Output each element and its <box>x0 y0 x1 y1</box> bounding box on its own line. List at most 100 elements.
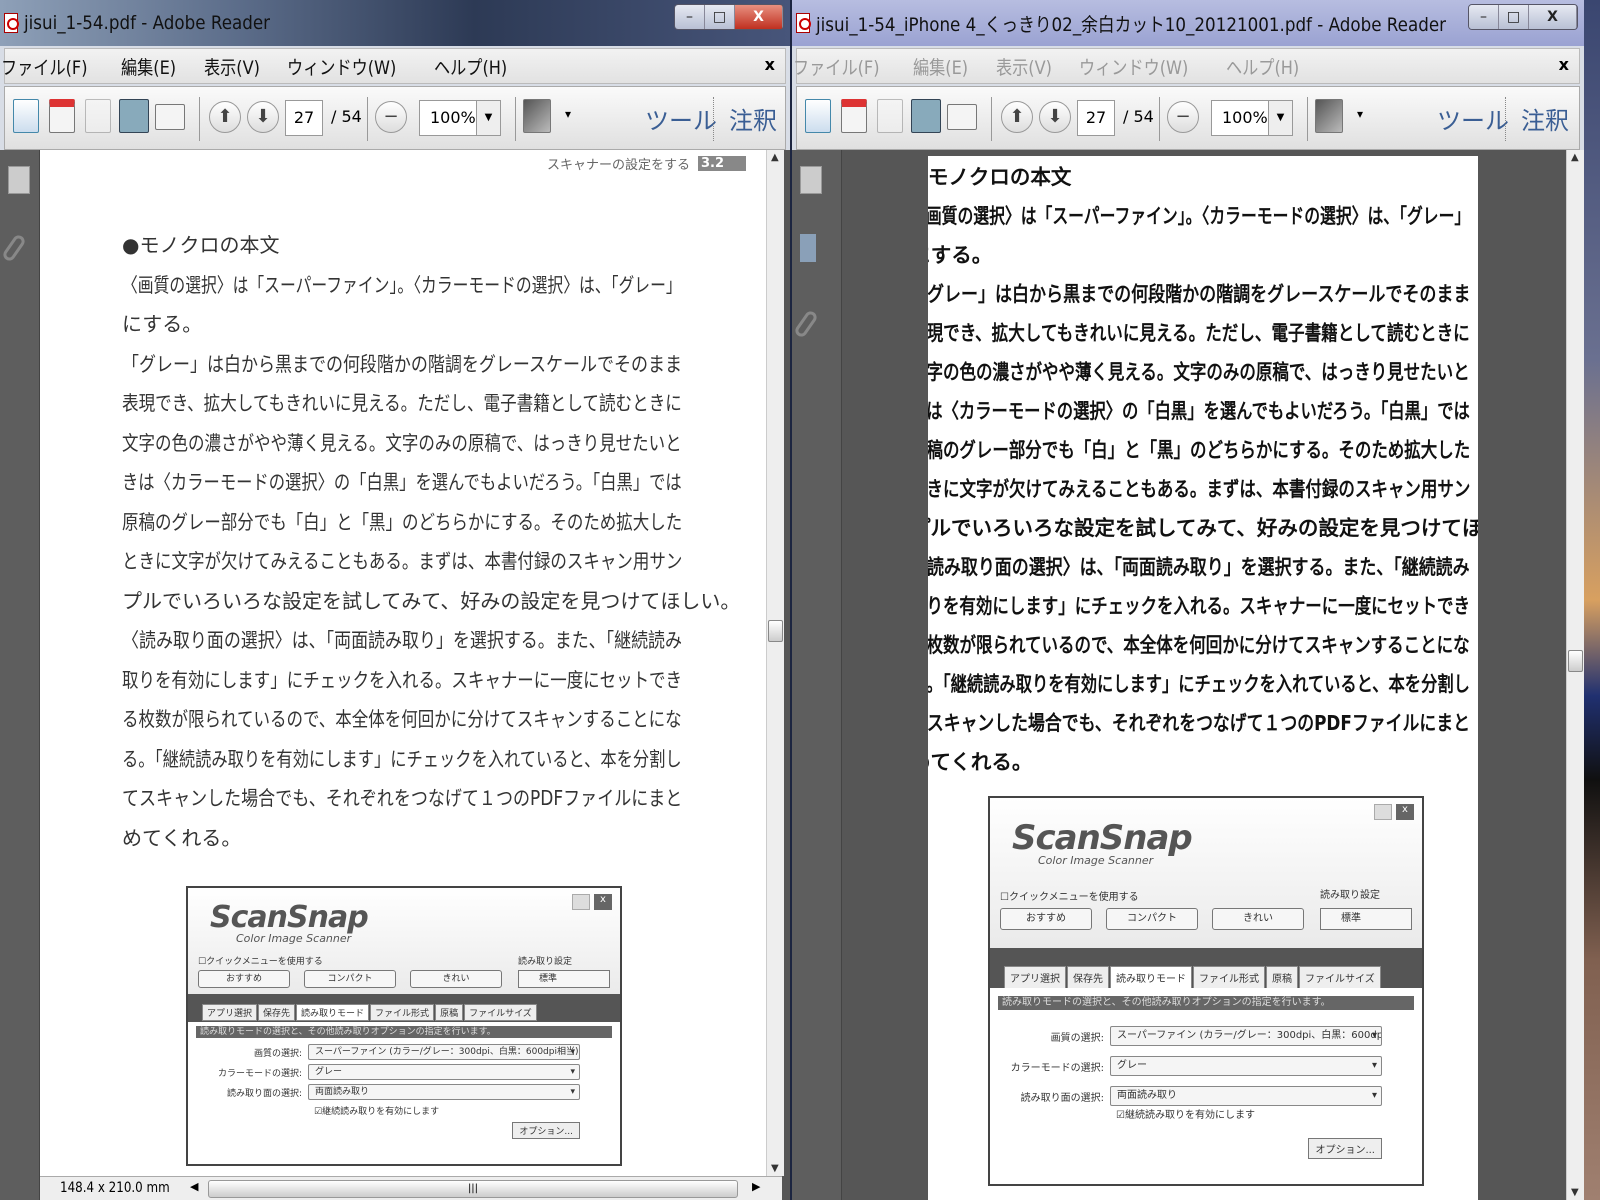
field-label: カラーモードの選択: <box>217 1068 302 1079</box>
tools-pane-button[interactable]: ツール <box>645 101 717 136</box>
scroll-left-icon[interactable]: ◀ <box>190 1180 198 1193</box>
chevron-down-icon[interactable]: ▼ <box>1268 101 1292 135</box>
text-line: 文字の色の濃さがやや薄く見える。文字のみの原稿で、はっきり見せたいと <box>122 430 682 455</box>
page-number-input[interactable]: 27 <box>1077 100 1115 136</box>
scroll-down-icon[interactable]: ▼ <box>1571 1187 1579 1198</box>
print-icon[interactable] <box>119 99 149 133</box>
window-title: jisui_1-54.pdf - Adobe Reader <box>24 12 271 34</box>
bookmark-icon[interactable] <box>800 234 816 262</box>
menu-window[interactable]: ウィンドウ(W) <box>1079 53 1188 80</box>
page-thumbnails-icon[interactable] <box>8 166 30 194</box>
navigation-pane <box>0 150 40 1200</box>
zoom-out-button[interactable]: − <box>375 101 407 133</box>
email-icon[interactable] <box>947 104 977 130</box>
maximize-button[interactable]: □ <box>1499 5 1529 29</box>
scroll-up-icon[interactable]: ▲ <box>771 152 779 163</box>
create-pdf-icon[interactable] <box>49 99 75 133</box>
maximize-button[interactable]: □ <box>705 5 735 29</box>
menu-edit[interactable]: 編集(E) <box>121 53 176 80</box>
previous-page-button[interactable]: ⬆ <box>209 101 241 133</box>
menu-help[interactable]: ヘルプ(H) <box>1226 53 1299 80</box>
text-line: る。「継続読み取りを有効にします」にチェックを入れていると、本を分割し <box>122 746 682 771</box>
attachment-icon[interactable] <box>1 233 27 263</box>
scroll-up-icon[interactable]: ▲ <box>1571 152 1579 163</box>
options-button: オプション... <box>1308 1138 1382 1159</box>
menu-file[interactable]: ファイル(F) <box>793 53 880 80</box>
menu-view[interactable]: 表示(V) <box>204 53 260 80</box>
section-number: 3.2 <box>697 156 746 171</box>
scansnap-screenshot: ScanSnap Color Image Scanner x ☐クイックメニュー… <box>988 796 1424 1186</box>
create-pdf-icon[interactable] <box>841 99 867 133</box>
vertical-scrollbar[interactable]: ▲ ▼ <box>1566 150 1584 1200</box>
text-line: 〈画質の選択〉は「スーパーファイン」。〈カラーモードの選択〉は、「グレー」 <box>122 272 682 297</box>
scan-side-select: 両面読み取り <box>1110 1086 1382 1106</box>
page-thumbnails-icon[interactable] <box>800 166 822 194</box>
fit-page-icon[interactable] <box>1315 99 1343 133</box>
save-icon[interactable] <box>85 99 111 133</box>
running-header: スキャナーの設定をする 3.2 <box>547 154 746 173</box>
text-line: きは〈カラーモードの選択〉の「白黒」を選んでもよいだろう。「白黒」では <box>928 399 1470 423</box>
zoom-select[interactable]: 100% ▼ <box>419 100 501 136</box>
open-file-icon[interactable] <box>13 99 39 133</box>
toolbar-separator <box>713 97 714 141</box>
fit-page-icon[interactable] <box>523 99 551 133</box>
email-icon[interactable] <box>155 104 185 130</box>
customize-toolbar-icon[interactable]: ▾ <box>565 107 571 121</box>
tab-app: アプリ選択 <box>1004 966 1066 989</box>
scansnap-tabs: アプリ選択 保存先 読み取りモード ファイル形式 原稿 ファイルサイズ <box>202 1004 538 1021</box>
menu-edit[interactable]: 編集(E) <box>913 53 968 80</box>
customize-toolbar-icon[interactable]: ▾ <box>1357 107 1363 121</box>
open-file-icon[interactable] <box>805 99 831 133</box>
minimize-button[interactable]: – <box>1469 5 1499 29</box>
chevron-down-icon[interactable]: ▼ <box>476 101 500 135</box>
preset-recommended: おすすめ <box>198 970 290 988</box>
scrollbar-thumb[interactable] <box>768 620 783 642</box>
zoom-select[interactable]: 100% ▼ <box>1211 100 1293 136</box>
quick-menu-checkbox: ☐クイックメニューを使用する <box>198 957 323 967</box>
menu-view[interactable]: 表示(V) <box>996 53 1052 80</box>
tab-paper: 原稿 <box>435 1004 464 1021</box>
text-line: てスキャンした場合でも、それぞれをつなげて１つのPDFファイルにまと <box>122 786 683 810</box>
next-page-button[interactable]: ⬇ <box>247 101 279 133</box>
pdf-app-icon <box>4 13 19 33</box>
tab-paper: 原稿 <box>1266 966 1298 989</box>
comment-pane-button[interactable]: 注釈 <box>1521 101 1569 136</box>
next-page-button[interactable]: ⬇ <box>1039 101 1071 133</box>
close-button[interactable]: X <box>1529 5 1577 29</box>
scrollbar-thumb[interactable] <box>1568 650 1583 672</box>
text-line: 取りを有効にします」にチェックを入れる。スキャナーに一度にセットでき <box>122 667 682 692</box>
right-reader-window: jisui_1-54_iPhone 4_くっきり02_余白カット10_20121… <box>792 0 1584 1200</box>
scansnap-logo-subtitle: Color Image Scanner <box>236 932 352 945</box>
horizontal-scrollbar-thumb[interactable]: ||| <box>208 1180 738 1198</box>
save-icon[interactable] <box>877 99 903 133</box>
zoom-out-button[interactable]: − <box>1167 101 1199 133</box>
print-icon[interactable] <box>911 99 941 133</box>
scansnap-screenshot: ScanSnap Color Image Scanner x ☐クイックメニュー… <box>186 886 622 1166</box>
scroll-right-icon[interactable]: ▶ <box>752 1180 760 1193</box>
read-setting-label: 読み取り設定 <box>518 957 573 967</box>
left-reader-window: jisui_1-54.pdf - Adobe Reader – □ X ファイル… <box>0 0 790 1200</box>
page-number-input[interactable]: 27 <box>285 100 323 136</box>
text-line: きは〈カラーモードの選択〉の「白黒」を選んでもよいだろう。「白黒」では <box>122 470 682 494</box>
previous-page-button[interactable]: ⬆ <box>1001 101 1033 133</box>
text-line: 〈読み取り面の選択〉は、「両面読み取り」を選択する。また、「継続読み <box>928 555 1470 579</box>
close-icon: x <box>1396 804 1414 820</box>
field-label: 読み取り面の選択: <box>1020 1092 1104 1104</box>
close-document-button[interactable]: x <box>1559 55 1569 74</box>
tab-save: 保存先 <box>258 1004 296 1021</box>
vertical-scrollbar[interactable]: ▲ ▼ <box>766 150 784 1176</box>
comment-pane-button[interactable]: 注釈 <box>729 101 777 136</box>
color-mode-select: グレー <box>308 1064 580 1080</box>
scroll-down-icon[interactable]: ▼ <box>771 1163 779 1174</box>
close-document-button[interactable]: x <box>765 55 775 74</box>
tools-pane-button[interactable]: ツール <box>1437 101 1509 136</box>
minimize-button[interactable]: – <box>675 5 705 29</box>
menu-help[interactable]: ヘルプ(H) <box>434 53 507 80</box>
image-quality-select: スーパーファイン (カラー/グレー：300dpi、白黒：600dpi相当) <box>308 1044 580 1060</box>
menu-window[interactable]: ウィンドウ(W) <box>287 53 396 80</box>
page-total: / 54 <box>1123 107 1154 126</box>
menu-file[interactable]: ファイル(F) <box>1 53 88 80</box>
attachment-icon[interactable] <box>793 309 819 339</box>
quick-menu-checkbox: ☐クイックメニューを使用する <box>1000 892 1139 903</box>
close-button[interactable]: X <box>735 5 783 29</box>
